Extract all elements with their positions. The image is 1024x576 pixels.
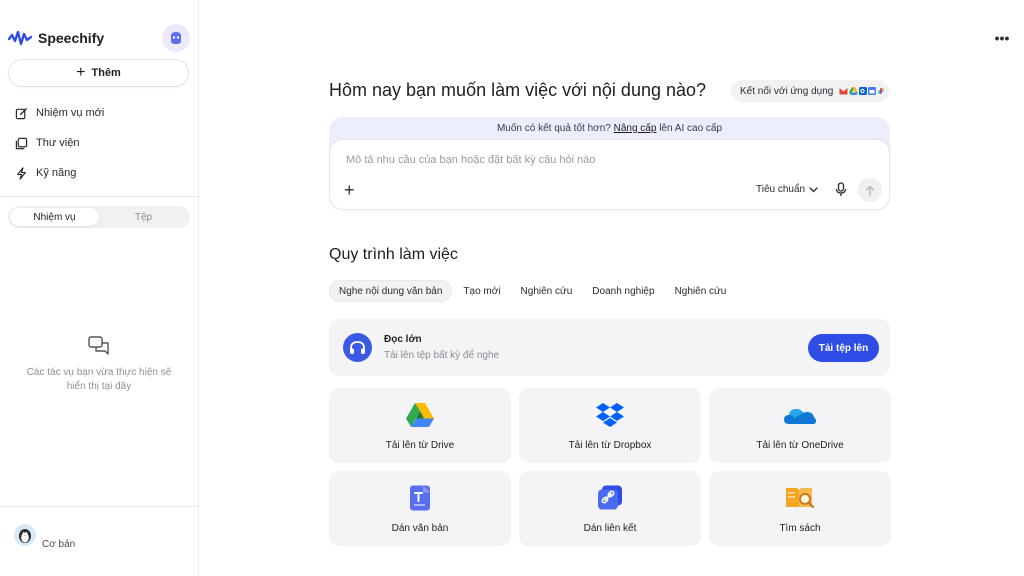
sidebar-item-label: Nhiệm vụ mới (36, 107, 105, 119)
book-search-icon (785, 484, 815, 512)
sidebar-item-new-task[interactable]: Nhiệm vụ mới (8, 101, 190, 125)
calendar-icon (868, 87, 877, 95)
workflow-tabs: Nghe nội dung văn bản Tạo mới Nghiên cứu… (329, 280, 735, 302)
upsell-banner: Muốn có kết quả tốt hơn? Nâng cấp lên AI… (329, 123, 890, 134)
penguin-avatar-icon (19, 529, 31, 543)
bot-icon (171, 32, 181, 44)
sidebar-divider (0, 506, 198, 507)
sidebar-item-label: Kỹ năng (36, 167, 77, 179)
sidebar-item-library[interactable]: Thư viện (8, 131, 190, 155)
tab-listen-text[interactable]: Nghe nội dung văn bản (329, 280, 453, 302)
upsell-suffix: lên AI cao cấp (659, 123, 723, 134)
slack-icon (878, 88, 885, 94)
headphones-icon (343, 333, 372, 362)
onedrive-icon (784, 401, 816, 429)
tile-label: Tải lên từ Dropbox (568, 440, 652, 451)
add-button[interactable]: + Thêm (8, 59, 189, 87)
mode-selector-label: Tiêu chuẩn (756, 184, 806, 195)
connect-apps-button[interactable]: Kết nối với ứng dụng (731, 80, 889, 102)
tile-label: Dán liên kết (583, 523, 637, 534)
sidebar-item-skills[interactable]: Kỹ năng (8, 161, 190, 185)
outlook-icon (859, 87, 868, 95)
text-document-icon (409, 484, 431, 512)
attach-plus-icon[interactable]: + (344, 181, 355, 199)
upsell-text: Muốn có kết quả tốt hơn? (496, 123, 611, 134)
chevron-down-icon (809, 186, 818, 192)
google-drive-icon (406, 401, 434, 429)
tile-label: Dán văn bản (391, 523, 449, 534)
gmail-icon (839, 88, 848, 95)
sidebar: Speechify + Thêm Nhiệm vụ mới Thư viện K… (0, 0, 199, 576)
microphone-button[interactable] (835, 182, 847, 202)
workflow-title: Quy trình làm việc (329, 246, 458, 263)
more-options-icon[interactable]: ••• (994, 30, 1010, 46)
empty-state: Các tác vụ bạn vừa thực hiện sẽ hiển thị… (10, 336, 188, 394)
brand-name: Speechify (38, 30, 105, 46)
prompt-box: + Tiêu chuẩn (329, 139, 890, 210)
tile-find-book[interactable]: Tìm sách (709, 471, 891, 546)
user-profile[interactable]: Cơ bản (14, 524, 75, 550)
connect-apps-label: Kết nối với ứng dụng (740, 85, 834, 97)
dropbox-icon (596, 401, 624, 429)
tile-label: Tìm sách (779, 523, 821, 534)
sidebar-segmented-control: Nhiệm vụ Tệp (8, 206, 190, 228)
page-title: Hôm nay bạn muốn làm việc với nội dung n… (329, 80, 707, 100)
tile-upload-drive[interactable]: Tải lên từ Drive (329, 388, 511, 463)
link-icon (597, 484, 623, 512)
brand-logo[interactable]: Speechify (8, 26, 104, 50)
tile-label: Tải lên từ Drive (385, 440, 455, 451)
tile-upload-dropbox[interactable]: Tải lên từ Dropbox (519, 388, 701, 463)
upgrade-link[interactable]: Nâng cấp (614, 123, 657, 134)
bolt-icon (17, 166, 26, 180)
send-button[interactable] (858, 178, 882, 202)
segment-files[interactable]: Tệp (99, 208, 188, 226)
empty-state-text: Các tác vụ bạn vừa thực hiện sẽ hiển thị… (26, 367, 172, 392)
tile-upload-onedrive[interactable]: Tải lên từ OneDrive (709, 388, 891, 463)
app-logos (839, 87, 885, 95)
prompt-container: Muốn có kết quả tốt hơn? Nâng cấp lên AI… (329, 117, 890, 210)
speechify-wave-icon (8, 30, 32, 46)
tile-paste-link[interactable]: Dán liên kết (519, 471, 701, 546)
prompt-input[interactable] (346, 154, 826, 166)
mode-selector[interactable]: Tiêu chuẩn (756, 184, 818, 195)
google-drive-small-icon (849, 87, 859, 95)
tile-label: Tải lên từ OneDrive (756, 440, 844, 451)
sidebar-item-label: Thư viện (36, 137, 80, 149)
app-window: Speechify + Thêm Nhiệm vụ mới Thư viện K… (0, 0, 1024, 576)
sidebar-divider (0, 196, 198, 197)
library-icon (15, 137, 28, 149)
segment-tasks[interactable]: Nhiệm vụ (10, 208, 99, 226)
tab-research-2[interactable]: Nghiên cứu (666, 280, 736, 302)
avatar (14, 524, 36, 546)
tab-research[interactable]: Nghiên cứu (512, 280, 582, 302)
user-plan-label: Cơ bản (42, 539, 76, 550)
assistant-avatar-button[interactable] (162, 24, 190, 52)
tab-business[interactable]: Doanh nghiệp (583, 280, 663, 302)
edit-icon (15, 107, 27, 119)
arrow-up-icon (865, 185, 875, 196)
microphone-icon (835, 182, 847, 196)
read-aloud-card[interactable]: Đọc lớn Tải lên tệp bất kỳ để nghe Tải t… (329, 319, 890, 376)
chat-bubbles-icon (88, 336, 109, 355)
read-aloud-title: Đọc lớn (384, 334, 422, 345)
add-button-label: Thêm (91, 67, 121, 79)
tab-create[interactable]: Tạo mới (454, 280, 509, 302)
tile-paste-text[interactable]: Dán văn bản (329, 471, 511, 546)
upload-file-button[interactable]: Tải tệp lên (808, 334, 879, 362)
read-aloud-subtitle: Tải lên tệp bất kỳ để nghe (384, 350, 500, 361)
plus-icon: + (76, 64, 86, 81)
